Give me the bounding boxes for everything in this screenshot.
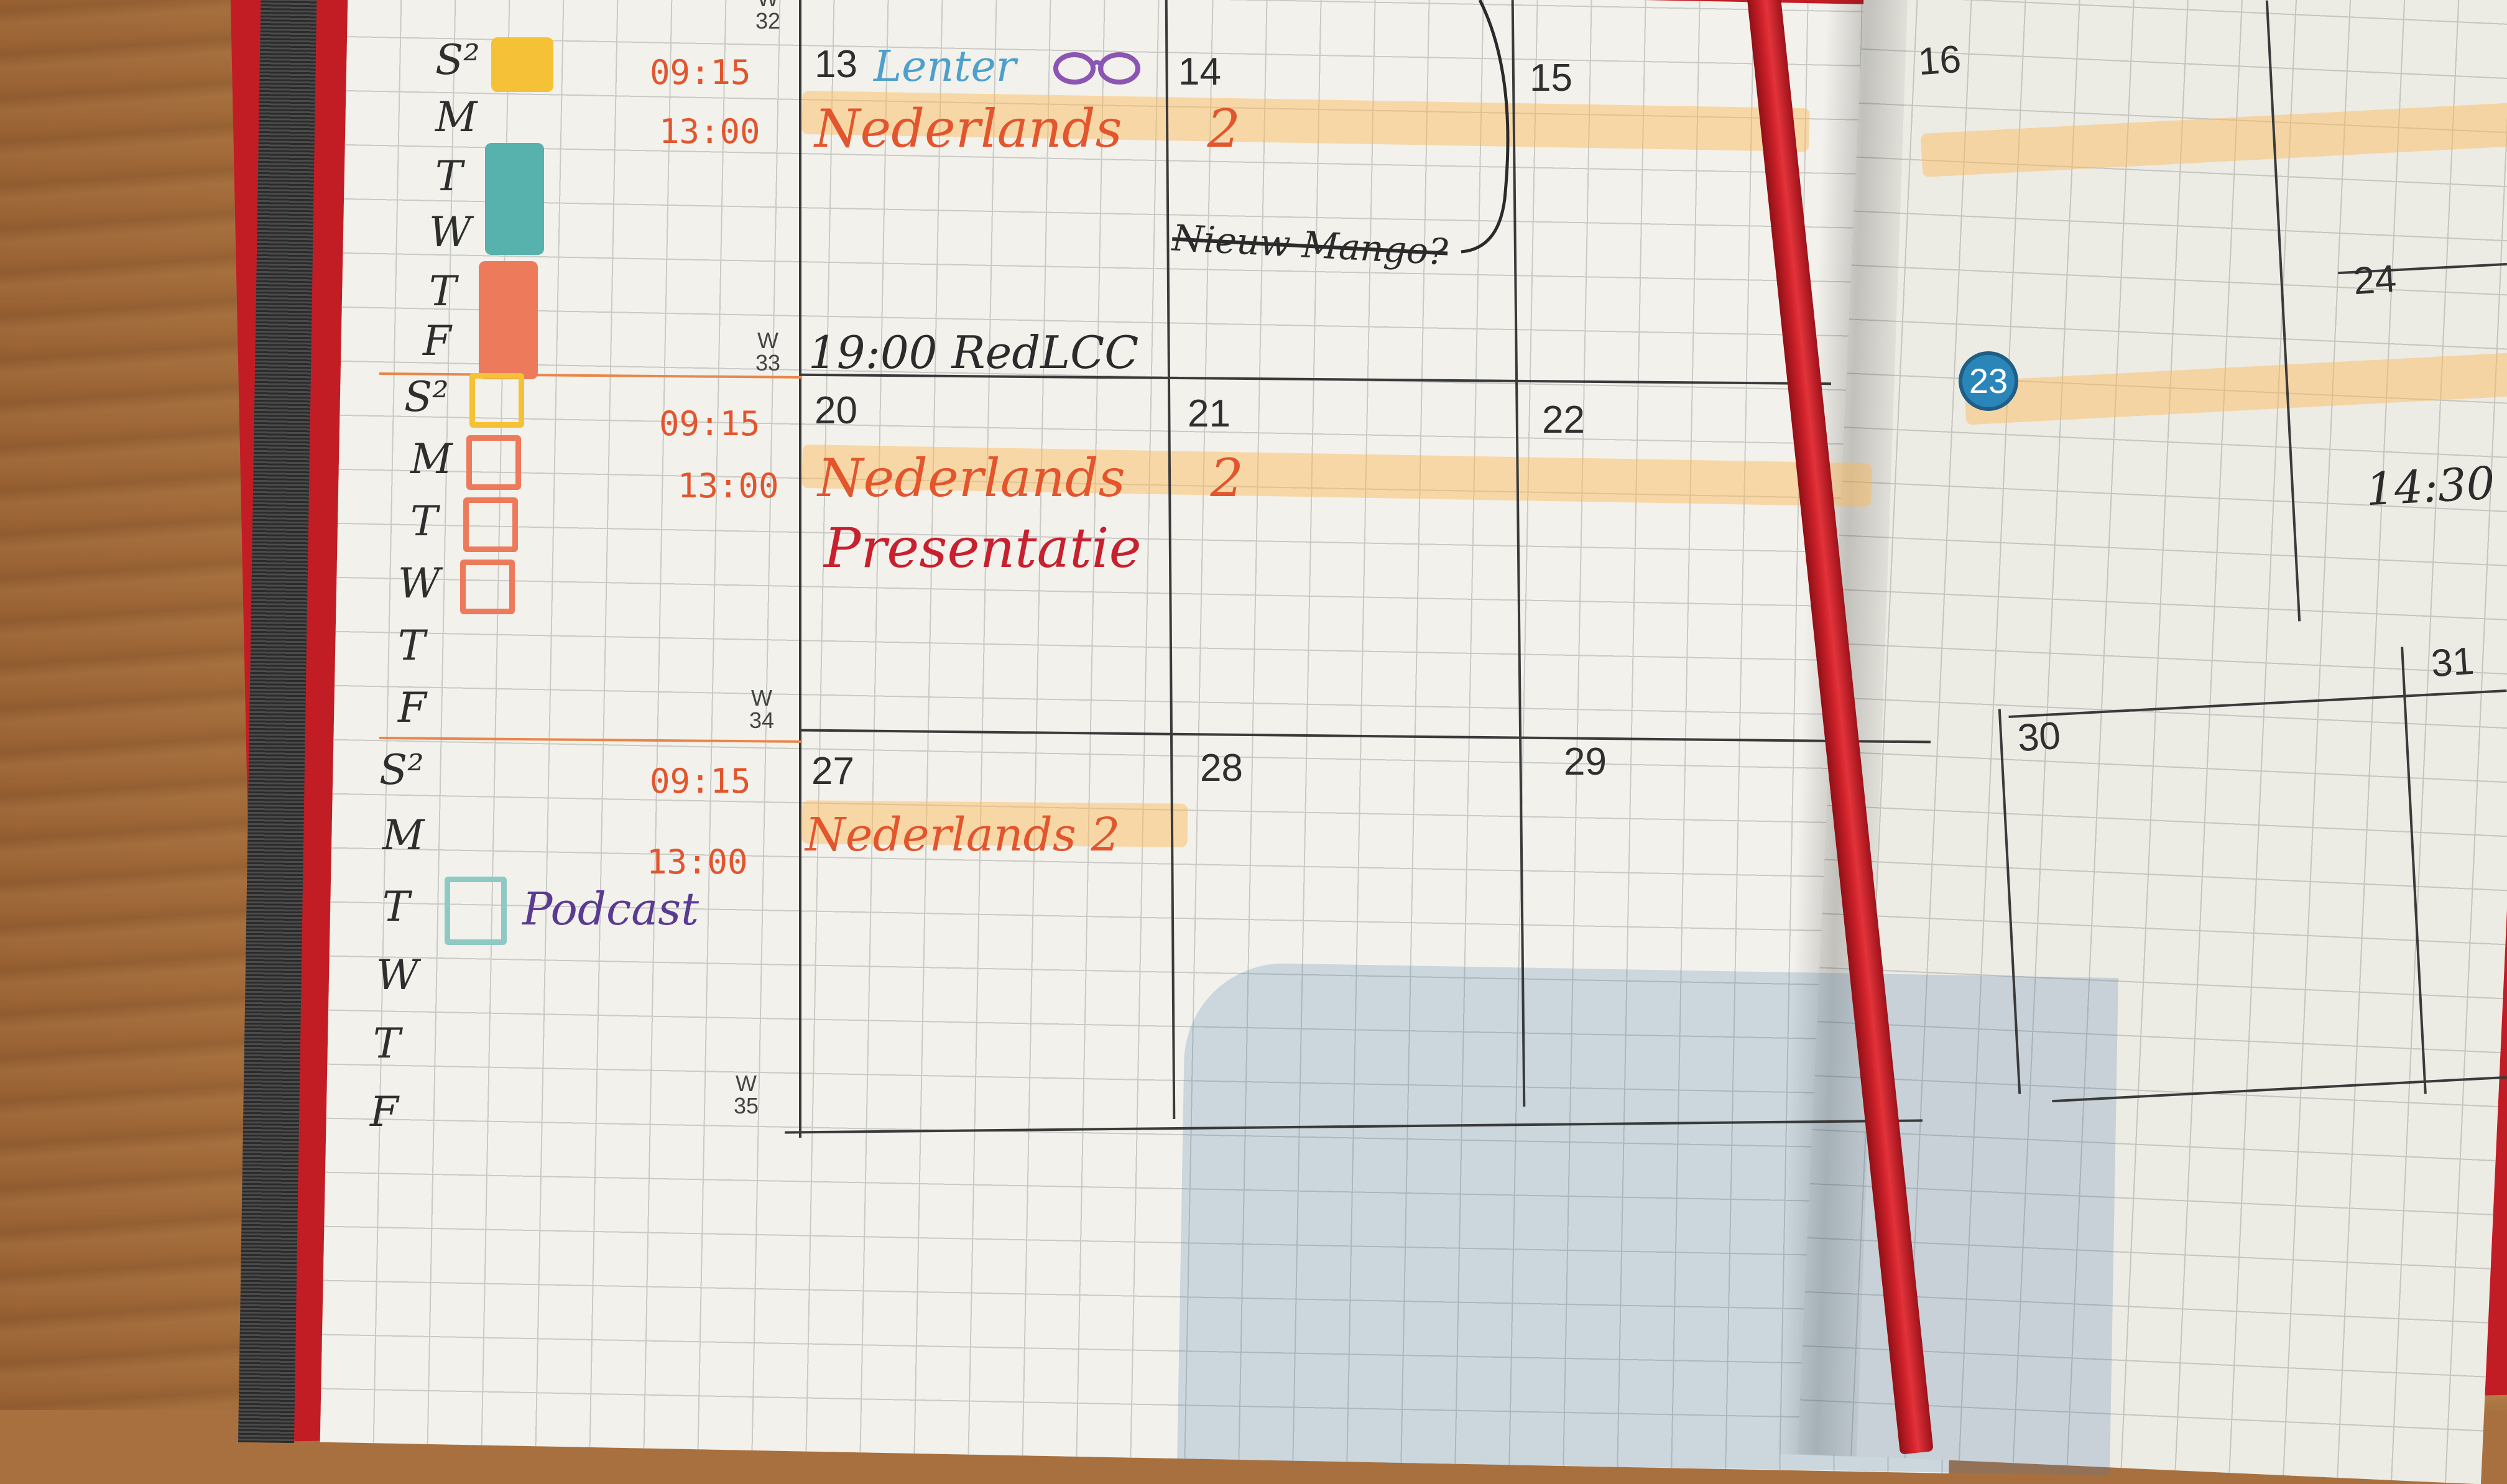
weekday-letter: F <box>370 1088 399 1136</box>
weekday-letter: T <box>382 883 410 931</box>
date-24: 24 <box>2352 257 2398 303</box>
time-label: 09:15 <box>659 404 760 443</box>
time-label: 13:00 <box>647 842 748 882</box>
weekday-letter: F <box>398 684 427 732</box>
habit-box-teal <box>445 877 507 945</box>
time-label: 09:15 <box>650 762 751 801</box>
entry-nederlands-week33: Nederlands 2 <box>815 98 1240 159</box>
entry-lenter: Lenter <box>874 42 1017 91</box>
week-number-33: W 33 <box>755 328 781 376</box>
entry-presentatie: Presentatie <box>824 516 1142 580</box>
date-13: 13 <box>815 43 857 86</box>
habit-box-coral-2 <box>463 497 518 552</box>
date-28: 28 <box>1200 747 1243 790</box>
week-number-32: W 32 <box>755 0 781 34</box>
date-29: 29 <box>1564 740 1607 783</box>
glasses-doodle-icon <box>1053 52 1140 85</box>
weekday-letter: T <box>435 152 463 200</box>
bracket-doodle <box>1461 0 1510 254</box>
entry-nederlands-week35: Nederlands 2 <box>805 808 1120 862</box>
weekday-letter: S² <box>404 373 449 421</box>
date-27: 27 <box>811 750 854 793</box>
week-number-35: W 35 <box>733 1071 759 1118</box>
date-15: 15 <box>1530 57 1572 99</box>
date-22: 22 <box>1542 399 1585 441</box>
entry-right-time: 14:30 <box>2364 456 2496 516</box>
weekday-letter: W <box>376 951 418 999</box>
time-label: 13:00 <box>659 112 760 151</box>
weekday-letter: W <box>429 208 471 256</box>
date-30: 30 <box>2016 714 2062 760</box>
weekday-letter: T <box>410 497 438 545</box>
date-16: 16 <box>1916 37 1963 84</box>
habit-box-coral-3 <box>460 560 515 614</box>
date-31: 31 <box>2429 639 2476 686</box>
today-badge-23: 23 <box>1959 351 2018 411</box>
time-label: 09:15 <box>650 53 751 92</box>
entry-nederlands-week34: Nederlands 2 <box>818 448 1244 509</box>
weekday-letter: M <box>382 811 425 859</box>
weekday-letter: S² <box>435 36 480 84</box>
weekday-letter: W <box>398 560 440 607</box>
habit-fill-teal <box>485 143 544 255</box>
weekday-letter: T <box>373 1020 401 1067</box>
habit-box-yellow <box>469 373 524 428</box>
week-number-34: W 34 <box>749 685 775 733</box>
weekday-letter: S² <box>379 746 424 794</box>
date-21: 21 <box>1188 392 1230 435</box>
entry-redlcc: 19:00 RedLCC <box>808 326 1139 379</box>
habit-fill-yellow <box>491 37 553 92</box>
weekday-letter: M <box>435 93 478 141</box>
hand-shadow <box>1177 961 2118 1476</box>
time-label: 13:00 <box>678 466 779 505</box>
date-14: 14 <box>1178 50 1221 93</box>
habit-fill-coral <box>479 261 538 379</box>
weekday-letter: T <box>398 622 426 670</box>
habit-box-coral-1 <box>466 435 521 490</box>
notebook-photo: S² M T W T F S² M T W T F S² M T W T F W… <box>0 0 2507 1484</box>
date-20: 20 <box>815 389 857 432</box>
entry-podcast: Podcast <box>522 883 699 935</box>
weekday-letter: M <box>410 435 453 483</box>
weekday-letter: F <box>423 317 451 365</box>
grid-vertical-1 <box>799 0 801 1138</box>
weekday-letter: T <box>429 267 457 315</box>
